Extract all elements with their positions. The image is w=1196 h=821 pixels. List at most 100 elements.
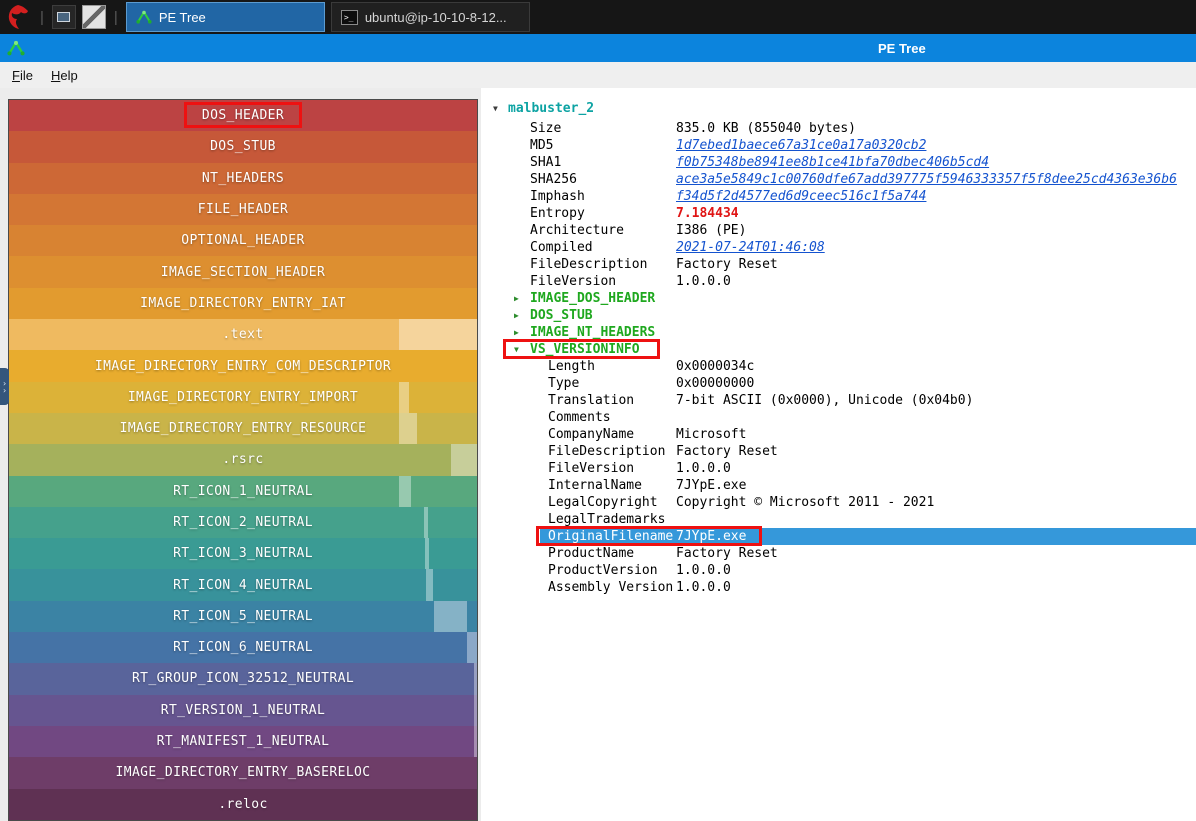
menu-file[interactable]: File: [3, 65, 42, 86]
tree-row-fileversion[interactable]: FileVersion 1.0.0.0: [487, 460, 1196, 477]
map-region-rt-icon-1-neutral[interactable]: RT_ICON_1_NEUTRAL: [9, 475, 477, 507]
map-region-rt-icon-5-neutral[interactable]: RT_ICON_5_NEUTRAL: [9, 600, 477, 633]
text-editor-icon[interactable]: [81, 5, 106, 29]
tree-value[interactable]: f34d5f2d4577ed6d9ceec516c1f5a744: [676, 188, 926, 205]
tree-row-compiled[interactable]: Compiled 2021-07-24T01:46:08: [487, 239, 1196, 256]
menubar: File Help: [0, 62, 1196, 88]
tree-row-image-nt-headers[interactable]: ▶ IMAGE_NT_HEADERS: [487, 324, 1196, 341]
map-region-label: RT_GROUP_ICON_32512_NEUTRAL: [131, 671, 355, 687]
tree-label: Translation: [548, 393, 635, 408]
map-region-rt-icon-2-neutral[interactable]: RT_ICON_2_NEUTRAL: [9, 506, 477, 539]
map-region-label: IMAGE_DIRECTORY_ENTRY_IAT: [140, 295, 346, 311]
expand-arrow-icon[interactable]: ▶: [514, 290, 519, 307]
tree-row-productname[interactable]: ProductName Factory Reset: [487, 545, 1196, 562]
map-region-file-header[interactable]: FILE_HEADER: [9, 193, 477, 226]
terminal-icon: >_: [340, 9, 358, 25]
tree-row-comments[interactable]: Comments: [487, 409, 1196, 426]
map-region-optional-header[interactable]: OPTIONAL_HEADER: [9, 225, 477, 257]
tree-row-image-dos-header[interactable]: ▶ IMAGE_DOS_HEADER: [487, 290, 1196, 307]
map-region-label: NT_HEADERS: [201, 170, 285, 186]
map-region-image-directory-entry-basereloc[interactable]: IMAGE_DIRECTORY_ENTRY_BASERELOC: [9, 757, 477, 789]
tree-value: I386 (PE): [676, 223, 747, 238]
tree-row-originalfilename[interactable]: OriginalFilename 7JYpE.exe: [487, 526, 1196, 546]
map-region-dos-header[interactable]: DOS_HEADER: [9, 100, 477, 132]
main-area: › › DOS_HEADER DOS_STUB NT_HEADERS FILE_HEAD…: [0, 88, 1196, 821]
tree-value: Copyright © Microsoft 2011 - 2021: [676, 495, 935, 510]
tree-value: Factory Reset: [676, 257, 778, 272]
expand-arrow-icon[interactable]: ▶: [514, 307, 519, 324]
tree-value[interactable]: 2021-07-24T01:46:08: [676, 239, 825, 256]
app-launcher-logo-icon[interactable]: [4, 3, 32, 31]
tree-row-assembly-version[interactable]: Assembly Version 1.0.0.0: [487, 579, 1196, 596]
region-extent: [433, 600, 467, 633]
map-region-label: RT_ICON_5_NEUTRAL: [173, 608, 313, 624]
menu-help[interactable]: Help: [42, 65, 87, 86]
map-region-label: IMAGE_DIRECTORY_ENTRY_IMPORT: [127, 389, 359, 405]
map-region-rsrc[interactable]: .rsrc: [9, 444, 477, 476]
tree-row-translation[interactable]: Translation 7-bit ASCII (0x0000), Unicode…: [487, 392, 1196, 409]
expand-arrow-icon[interactable]: ▶: [514, 324, 519, 341]
tree-row-productversion[interactable]: ProductVersion 1.0.0.0: [487, 562, 1196, 579]
map-region-label: .reloc: [218, 796, 268, 812]
map-region-rt-icon-4-neutral[interactable]: RT_ICON_4_NEUTRAL: [9, 569, 477, 601]
map-region-rt-manifest-1-neutral[interactable]: RT_MANIFEST_1_NEUTRAL: [9, 725, 477, 758]
map-region-image-directory-entry-iat[interactable]: IMAGE_DIRECTORY_ENTRY_IAT: [9, 287, 477, 320]
pe-tree-logo-icon: [7, 40, 25, 56]
taskbar-window-pe-tree[interactable]: PE Tree: [125, 2, 325, 32]
map-region-reloc[interactable]: .reloc: [9, 788, 477, 820]
tree-row-companyname[interactable]: CompanyName Microsoft: [487, 426, 1196, 443]
map-region-image-section-header[interactable]: IMAGE_SECTION_HEADER: [9, 256, 477, 288]
map-region-image-directory-entry-com-descriptor[interactable]: IMAGE_DIRECTORY_ENTRY_COM_DESCRIPTOR: [9, 350, 477, 382]
tree-row-filedescription[interactable]: FileDescription Factory Reset: [487, 443, 1196, 460]
map-region-rt-group-icon-32512-neutral[interactable]: RT_GROUP_ICON_32512_NEUTRAL: [9, 663, 477, 695]
tree-label: MD5: [530, 138, 554, 153]
tree-value[interactable]: ace3a5e5849c1c00760dfe67add397775f594633…: [676, 171, 1177, 188]
tree-label: SHA1: [530, 155, 562, 170]
collapse-arrow-icon[interactable]: ▼: [493, 100, 498, 118]
map-region-nt-headers[interactable]: NT_HEADERS: [9, 162, 477, 194]
region-extent: [399, 475, 412, 507]
tree-pane: ▼ malbuster_2 Size 835.0 KB (855040 bytes) M…: [481, 88, 1196, 821]
tree-row-entropy[interactable]: Entropy 7.184434: [487, 205, 1196, 222]
tree-row-legalcopyright[interactable]: LegalCopyright Copyright © Microsoft 2011…: [487, 494, 1196, 511]
tree-row-type[interactable]: Type 0x00000000: [487, 375, 1196, 392]
screenshot-tool-icon[interactable]: [51, 5, 76, 29]
map-region-label: RT_ICON_1_NEUTRAL: [173, 483, 313, 499]
tree-row-imphash[interactable]: Imphash f34d5f2d4577ed6d9ceec516c1f5a744: [487, 188, 1196, 205]
map-region-rt-icon-6-neutral[interactable]: RT_ICON_6_NEUTRAL: [9, 632, 477, 664]
tree-row-legaltrademarks[interactable]: LegalTrademarks: [487, 511, 1196, 528]
tree-value[interactable]: f0b75348be8941ee8b1ce41bfa70dbec406b5cd4: [676, 154, 989, 171]
tree-row-fileversion[interactable]: FileVersion 1.0.0.0: [487, 273, 1196, 290]
tree-label: InternalName: [548, 478, 642, 493]
tree-label: SHA256: [530, 172, 577, 187]
tree-row-size[interactable]: Size 835.0 KB (855040 bytes): [487, 120, 1196, 137]
window-titlebar[interactable]: PE Tree: [0, 34, 1196, 62]
dock-handle[interactable]: › ›: [0, 368, 9, 405]
map-region-label: DOS_HEADER: [201, 108, 285, 124]
tree-row-filedescription[interactable]: FileDescription Factory Reset: [487, 256, 1196, 273]
tree-row-dos-stub[interactable]: ▶ DOS_STUB: [487, 307, 1196, 324]
map-region-dos-stub[interactable]: DOS_STUB: [9, 131, 477, 163]
taskbar-window-terminal[interactable]: >_ ubuntu@ip-10-10-8-12...: [330, 2, 530, 32]
tree-row-internalname[interactable]: InternalName 7JYpE.exe: [487, 477, 1196, 494]
tree-label: CompanyName: [548, 427, 635, 442]
map-region-rt-icon-3-neutral[interactable]: RT_ICON_3_NEUTRAL: [9, 538, 477, 570]
tree-row-sha1[interactable]: SHA1 f0b75348be8941ee8b1ce41bfa70dbec406b…: [487, 154, 1196, 171]
tree-value[interactable]: 1d7ebed1baece67a31ce0a17a0320cb2: [676, 137, 926, 154]
tree-row-sha256[interactable]: SHA256 ace3a5e5849c1c00760dfe67add397775f…: [487, 171, 1196, 188]
tree-row-vs-versioninfo[interactable]: ▼ VS_VERSIONINFO: [487, 339, 1196, 359]
map-region-image-directory-entry-resource[interactable]: IMAGE_DIRECTORY_ENTRY_RESOURCE: [9, 412, 477, 445]
tree-label: malbuster_2: [508, 101, 595, 116]
tree-value: 1.0.0.0: [676, 461, 731, 476]
map-region-text[interactable]: .text: [9, 319, 477, 351]
tree-row-architecture[interactable]: Architecture I386 (PE): [487, 222, 1196, 239]
collapse-arrow-icon[interactable]: ▼: [514, 341, 519, 358]
tree-row-length[interactable]: Length 0x0000034c: [487, 358, 1196, 375]
map-region-rt-version-1-neutral[interactable]: RT_VERSION_1_NEUTRAL: [9, 694, 477, 726]
tree-row-malbuster-2[interactable]: ▼ malbuster_2: [487, 100, 1196, 120]
map-region-label: IMAGE_DIRECTORY_ENTRY_RESOURCE: [119, 421, 367, 437]
map-region-image-directory-entry-import[interactable]: IMAGE_DIRECTORY_ENTRY_IMPORT: [9, 381, 477, 413]
tree-label: IMAGE_NT_HEADERS: [530, 325, 656, 340]
tree-row-md5[interactable]: MD5 1d7ebed1baece67a31ce0a17a0320cb2: [487, 137, 1196, 154]
tree-label: IMAGE_DOS_HEADER: [530, 291, 656, 306]
